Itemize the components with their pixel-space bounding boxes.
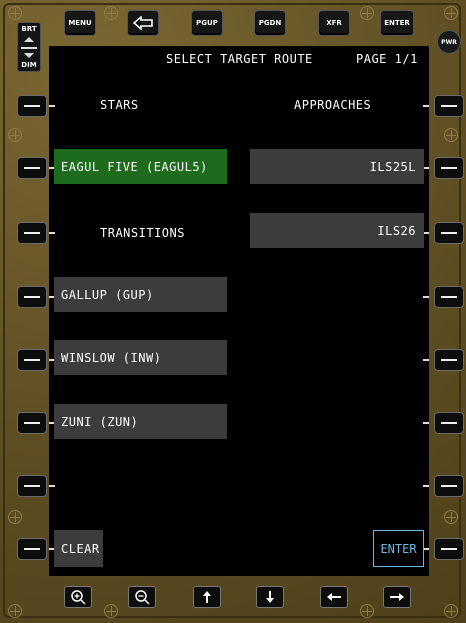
arrow-up-icon[interactable] xyxy=(193,586,221,608)
lsk-tick xyxy=(423,485,429,487)
pgup-key[interactable]: PGUP xyxy=(191,10,223,36)
screw-icon xyxy=(444,510,458,524)
lsk-right-2[interactable] xyxy=(434,157,464,179)
screw-icon xyxy=(8,604,22,618)
pgdn-key[interactable]: PGDN xyxy=(254,10,286,36)
lsk-left-2[interactable] xyxy=(17,157,47,179)
star-option-eagul5[interactable]: EAGUL FIVE (EAGUL5) xyxy=(54,149,227,184)
arrow-left-icon[interactable] xyxy=(320,586,348,608)
approaches-header: APPROACHES xyxy=(294,98,372,112)
zoom-out-icon[interactable] xyxy=(128,586,156,608)
lsk-left-8[interactable] xyxy=(17,538,47,560)
lsk-tick xyxy=(423,422,429,424)
screw-icon xyxy=(444,6,458,20)
brightness-down-icon[interactable] xyxy=(24,53,34,58)
transitions-header: TRANSITIONS xyxy=(100,226,185,240)
screw-icon xyxy=(8,6,22,20)
screw-icon xyxy=(104,604,118,618)
lsk-right-6[interactable] xyxy=(434,412,464,434)
clear-button[interactable]: CLEAR xyxy=(54,530,103,567)
lsk-right-7[interactable] xyxy=(434,475,464,497)
lsk-right-1[interactable] xyxy=(434,95,464,117)
lsk-left-1[interactable] xyxy=(17,95,47,117)
brightness-up-icon[interactable] xyxy=(24,37,34,42)
menu-key[interactable]: MENU xyxy=(64,10,96,36)
approach-option-ils26[interactable]: ILS26 xyxy=(250,213,424,248)
brightness-rocker[interactable]: BRT DIM xyxy=(17,22,41,72)
back-arrow-icon xyxy=(133,16,153,30)
arrow-down-icon[interactable] xyxy=(256,586,284,608)
lsk-right-4[interactable] xyxy=(434,286,464,308)
lsk-left-3[interactable] xyxy=(17,222,47,244)
lsk-left-6[interactable] xyxy=(17,412,47,434)
lsk-tick xyxy=(49,232,55,234)
stars-header: STARS xyxy=(100,98,139,112)
lsk-right-3[interactable] xyxy=(434,222,464,244)
screw-icon xyxy=(104,6,118,20)
cdu-bezel: BRT DIM MENU PGUP PGDN XFR ENTER PWR SEL… xyxy=(0,0,466,623)
lsk-left-5[interactable] xyxy=(17,349,47,371)
lsk-left-7[interactable] xyxy=(17,475,47,497)
transition-option-zun[interactable]: ZUNI (ZUN) xyxy=(54,404,227,439)
lsk-right-5[interactable] xyxy=(434,349,464,371)
page-number: PAGE 1/1 xyxy=(356,52,418,66)
lsk-tick xyxy=(423,359,429,361)
lsk-right-8[interactable] xyxy=(434,538,464,560)
back-key[interactable] xyxy=(127,10,159,36)
screw-icon xyxy=(444,128,458,142)
screw-icon xyxy=(8,510,22,524)
arrow-right-icon[interactable] xyxy=(383,586,411,608)
xfr-key[interactable]: XFR xyxy=(318,10,350,36)
zoom-in-icon[interactable] xyxy=(64,586,92,608)
power-button[interactable]: PWR xyxy=(437,30,461,54)
rocker-divider xyxy=(21,47,37,49)
screw-icon xyxy=(444,604,458,618)
screw-icon xyxy=(360,6,374,20)
approach-option-ils25l[interactable]: ILS25L xyxy=(250,149,424,184)
transition-option-gup[interactable]: GALLUP (GUP) xyxy=(54,277,227,312)
enter-key[interactable]: ENTER xyxy=(380,10,414,36)
screen-enter-button[interactable]: ENTER xyxy=(373,530,424,567)
lsk-tick xyxy=(49,105,55,107)
screw-icon xyxy=(360,604,374,618)
lsk-tick xyxy=(423,296,429,298)
brightness-down-label: DIM xyxy=(21,61,37,69)
screw-icon xyxy=(8,128,22,142)
transition-option-inw[interactable]: WINSLOW (INW) xyxy=(54,340,227,375)
brightness-up-label: BRT xyxy=(21,25,37,33)
page-title: SELECT TARGET ROUTE xyxy=(166,52,313,66)
lsk-left-4[interactable] xyxy=(17,286,47,308)
lsk-tick xyxy=(423,105,429,107)
lsk-tick xyxy=(49,485,55,487)
